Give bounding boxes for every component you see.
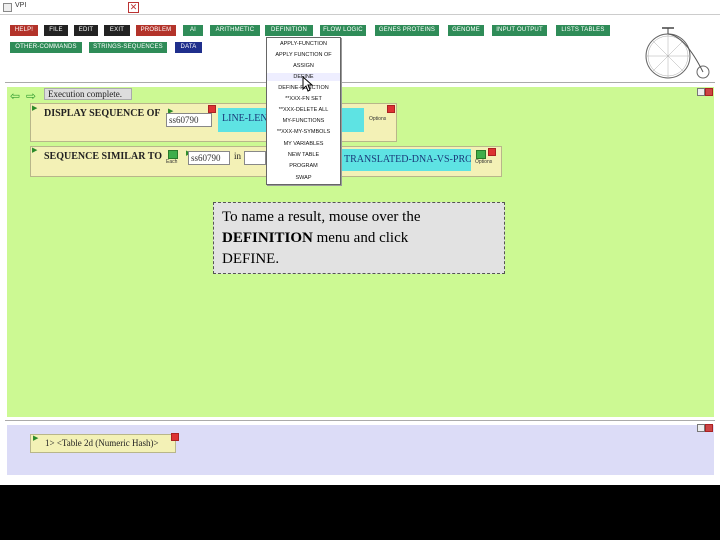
target-input[interactable] bbox=[244, 151, 266, 165]
each-label: Each bbox=[166, 159, 178, 165]
function-close-icon[interactable] bbox=[387, 105, 395, 113]
instruction-line-1: To name a result, mouse over the bbox=[222, 209, 421, 225]
instruction-line-2: menu and click bbox=[312, 230, 409, 246]
options-label[interactable]: Options bbox=[475, 159, 492, 165]
pane-minimize-button[interactable] bbox=[697, 88, 705, 96]
options-toggle-button[interactable] bbox=[476, 150, 486, 159]
menu-definition[interactable]: DEFINITION bbox=[265, 25, 313, 36]
result-text: <Table 2d (Numeric Hash)> bbox=[56, 438, 159, 448]
instruction-box: To name a result, mouse over the DEFINIT… bbox=[213, 202, 505, 274]
flag-icon: ▶ bbox=[32, 147, 38, 154]
menu-item-apply-function[interactable]: APPLY-FUNCTION bbox=[267, 40, 340, 48]
function-title: SEQUENCE SIMILAR TO bbox=[44, 151, 162, 162]
menu-flow-logic[interactable]: FLOW LOGIC bbox=[320, 25, 366, 36]
function-title: DISPLAY SEQUENCE OF bbox=[44, 108, 161, 119]
menu-exit[interactable]: EXIT bbox=[104, 25, 130, 36]
options-label[interactable]: Options bbox=[369, 116, 386, 122]
argument-input[interactable]: ss60790 bbox=[166, 113, 212, 127]
window-title: VPI bbox=[15, 2, 27, 9]
menu-strings-sequences[interactable]: STRINGS-SEQUENCES bbox=[89, 42, 167, 53]
each-toggle-button[interactable] bbox=[168, 150, 178, 159]
function-close-icon[interactable] bbox=[488, 148, 496, 156]
instruction-bold: DEFINITION bbox=[222, 230, 313, 246]
mouse-cursor-icon bbox=[302, 76, 314, 92]
title-bar: VPI ✕ bbox=[0, 0, 720, 15]
menu-data[interactable]: DATA bbox=[175, 42, 202, 53]
argument-input[interactable]: ss60790 bbox=[188, 151, 230, 165]
result-item[interactable]: 1> <Table 2d (Numeric Hash)> bbox=[30, 434, 176, 453]
menu-lists-tables[interactable]: LISTS TABLES bbox=[556, 25, 610, 36]
menu-arithmetic[interactable]: ARITHMETIC bbox=[210, 25, 260, 36]
in-label: in bbox=[234, 151, 242, 161]
menu-other-commands[interactable]: OTHER-COMMANDS bbox=[10, 42, 82, 53]
separator bbox=[5, 420, 715, 421]
argument-close-icon[interactable] bbox=[208, 105, 216, 113]
forward-arrow-icon[interactable]: ⇨ bbox=[26, 90, 36, 102]
menu-file[interactable]: FILE bbox=[44, 25, 68, 36]
menu-ai[interactable]: AI bbox=[183, 25, 203, 36]
menu-item-delete-all[interactable]: **XXX-DELETE ALL bbox=[267, 106, 340, 114]
menu-item-my-variables[interactable]: MY VARIABLES bbox=[267, 140, 340, 148]
flag-icon: ▶ bbox=[33, 435, 39, 442]
status-message: Execution complete. bbox=[44, 88, 132, 100]
definition-dropdown-menu: APPLY-FUNCTION APPLY FUNCTION OF ASSIGN … bbox=[266, 37, 341, 185]
menu-input-output[interactable]: INPUT OUTPUT bbox=[492, 25, 547, 36]
app-icon bbox=[3, 3, 12, 12]
results-close-button[interactable] bbox=[705, 424, 713, 432]
menu-genome[interactable]: GENOME bbox=[448, 25, 484, 36]
menu-problem[interactable]: PROBLEM bbox=[136, 25, 176, 36]
menu-help[interactable]: HELP! bbox=[10, 25, 38, 36]
instruction-line-3: DEFINE. bbox=[222, 251, 280, 267]
menu-item-assign[interactable]: ASSIGN bbox=[267, 62, 340, 70]
results-minimize-button[interactable] bbox=[697, 424, 705, 432]
menu-item-apply-function-of[interactable]: APPLY FUNCTION OF bbox=[267, 51, 340, 59]
menu-genes-proteins[interactable]: GENES PROTEINS bbox=[375, 25, 439, 36]
window-close-button[interactable]: ✕ bbox=[128, 2, 139, 13]
menu-edit[interactable]: EDIT bbox=[74, 25, 98, 36]
value-box[interactable]: TRANSLATED-DNA-VS-PROTEIN bbox=[340, 149, 471, 171]
result-close-icon[interactable] bbox=[171, 433, 179, 441]
flag-icon: ▶ bbox=[32, 105, 38, 112]
back-arrow-icon[interactable]: ⇦ bbox=[10, 90, 20, 102]
separator bbox=[5, 82, 715, 83]
menu-item-my-functions[interactable]: MY-FUNCTIONS bbox=[267, 117, 340, 125]
pane-close-button[interactable] bbox=[705, 88, 713, 96]
bicycle-logo-icon bbox=[645, 27, 710, 79]
result-index: 1> bbox=[45, 438, 55, 448]
menu-item-swap[interactable]: SWAP bbox=[267, 174, 340, 182]
menu-item-program[interactable]: PROGRAM bbox=[267, 162, 340, 170]
menu-item-my-symbols[interactable]: **XXX-MY-SYMBOLS bbox=[267, 128, 340, 136]
menu-item-new-table[interactable]: NEW TABLE bbox=[267, 151, 340, 159]
menu-item-fn-set[interactable]: **XXX-FN SET bbox=[267, 95, 340, 103]
